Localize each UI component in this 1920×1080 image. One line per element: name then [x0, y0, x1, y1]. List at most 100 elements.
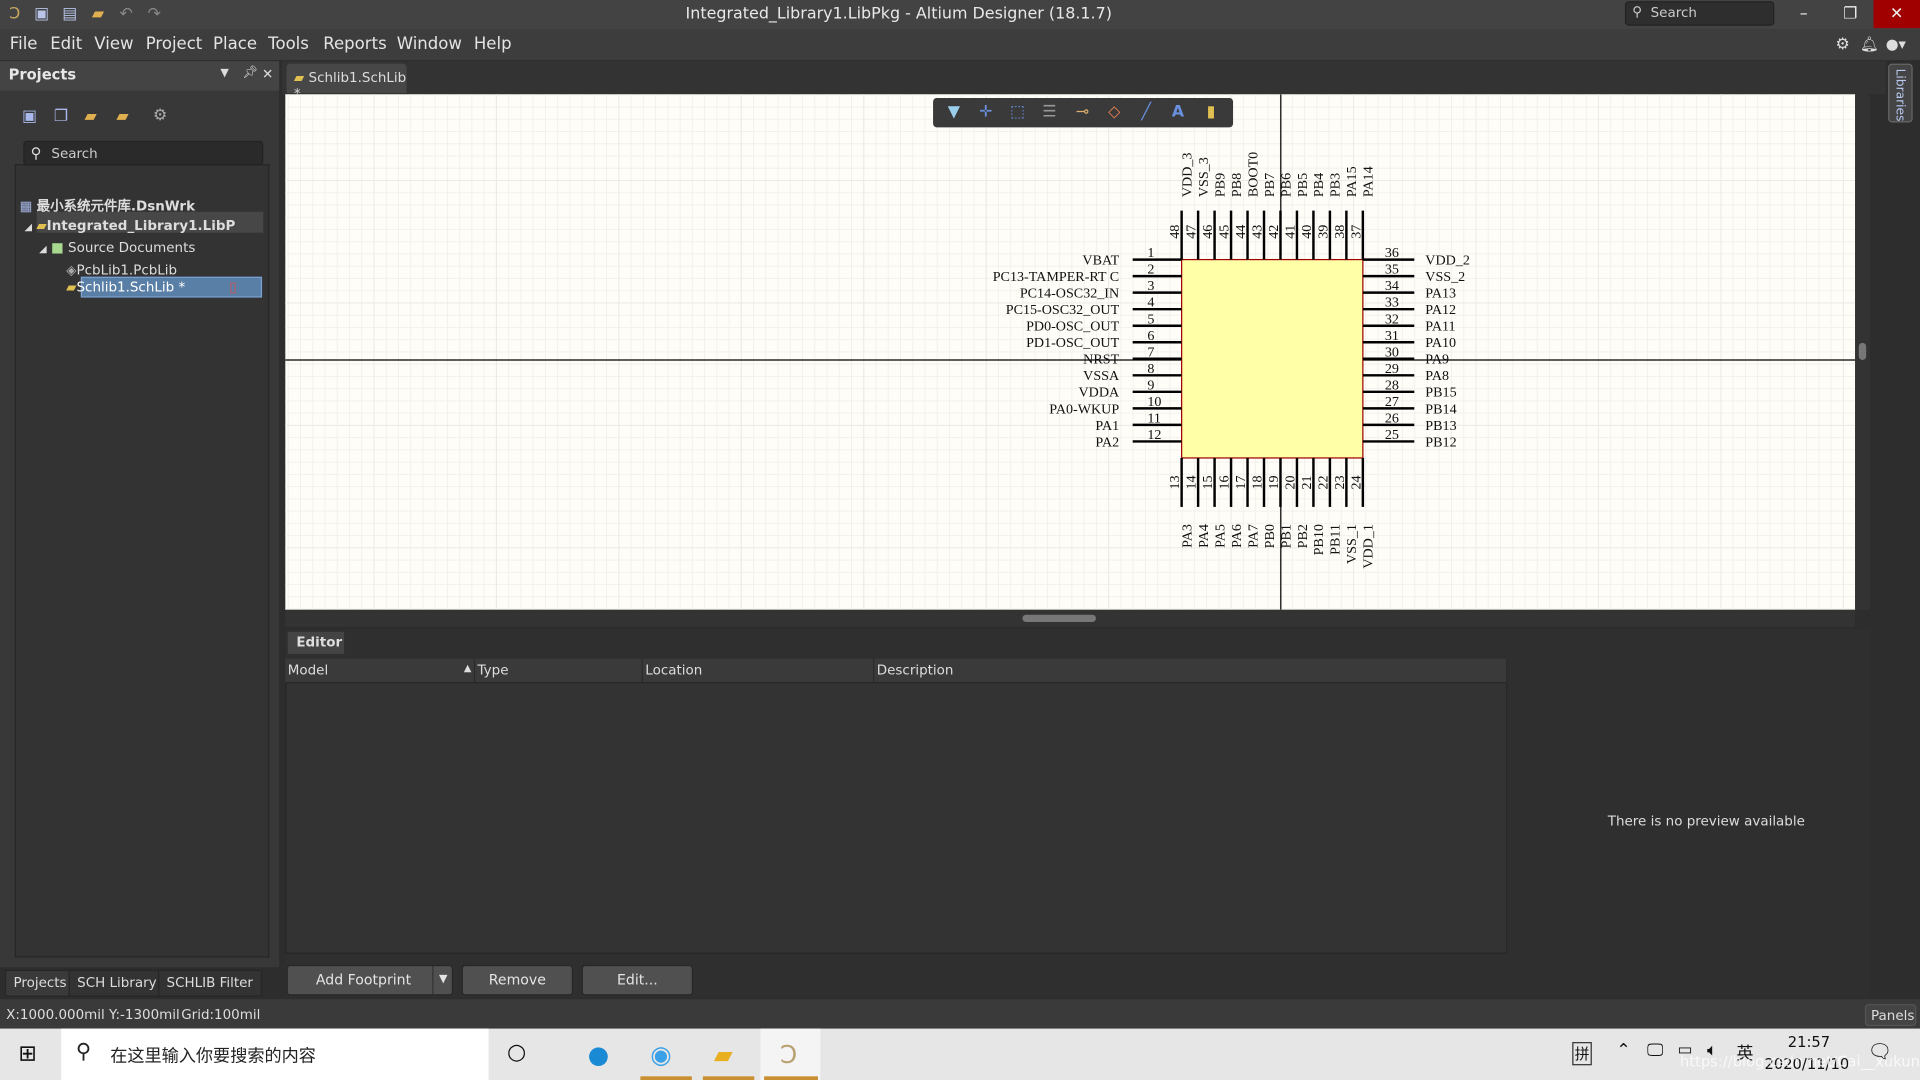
column-label: Model — [287, 662, 329, 679]
filter-icon[interactable]: ▼ — [943, 103, 965, 123]
panel-menu-icon[interactable]: ▼ — [220, 67, 228, 79]
vertical-scroll-thumb[interactable] — [1858, 342, 1867, 361]
tree-item-source-documents[interactable]: ◢ ■ Source Documents — [39, 240, 195, 256]
pin-icon[interactable]: 📌︎ — [242, 66, 258, 79]
pin-number: 8 — [1147, 361, 1154, 377]
pin-name: VDD_3 — [1179, 153, 1195, 198]
network-icon[interactable]: 🖵︎ — [1647, 1041, 1664, 1061]
gear-icon[interactable]: ⚙ — [153, 107, 167, 125]
tab-sch-library[interactable]: SCH Library — [68, 969, 166, 997]
close-panel-icon[interactable]: ✕ — [262, 66, 273, 82]
taskbar: ⊞ ⚲ 在这里输入你要搜索的内容 ○ ● ◉ ▰ Ↄ 拼 ⌃ 🖵︎ ▭ 🔈︎ 英… — [0, 1028, 1920, 1080]
pin-number: 35 — [1385, 262, 1399, 278]
align-icon[interactable]: ☰ — [1038, 103, 1060, 123]
browser-icon[interactable]: ◉ — [650, 1040, 671, 1069]
vertical-scrollbar[interactable] — [1855, 94, 1870, 610]
active-bar: ▼ ✛ ⬚ ☰ ⊸ ◇ ╱ A ▮ — [933, 97, 1234, 128]
windows-start-icon[interactable]: ⊞ — [18, 1041, 36, 1067]
pin-number: 5 — [1147, 311, 1154, 327]
pin-name: PA6 — [1229, 524, 1245, 548]
modified-document-icon: ▯ — [229, 279, 237, 296]
model-table-body[interactable] — [285, 682, 1508, 954]
tree-item-schlib[interactable]: ▰Schlib1.SchLib * ▯ — [66, 279, 237, 295]
column-location[interactable]: Location — [642, 658, 875, 683]
pin-number: 9 — [1147, 377, 1154, 393]
folder-icon: ■ — [51, 240, 64, 256]
menu-reports[interactable]: Reports — [323, 34, 386, 54]
restore-button[interactable]: ❐ — [1827, 0, 1874, 28]
pin-name: VSS_1 — [1344, 524, 1360, 564]
close-button[interactable]: ✕ — [1873, 0, 1920, 29]
taskbar-search-input[interactable]: ⚲ 在这里输入你要搜索的内容 — [61, 1028, 489, 1080]
menu-view[interactable]: View — [94, 34, 133, 54]
column-model[interactable]: Model ▲ — [285, 658, 476, 683]
panels-button[interactable]: Panels — [1864, 1004, 1917, 1027]
pin-name: VDD_1 — [1361, 524, 1377, 569]
edit-button[interactable]: Edit... — [581, 964, 694, 996]
column-description[interactable]: Description — [874, 658, 1508, 683]
project-search-input[interactable]: ⚲ Search — [23, 140, 264, 166]
copy-icon[interactable]: ❐ — [54, 108, 68, 126]
clock-time[interactable]: 21:57 — [1788, 1033, 1830, 1050]
tab-schlib-filter[interactable]: SCHLIB Filter — [157, 969, 262, 997]
ime-indicator[interactable]: 拼 — [1572, 1042, 1592, 1066]
pin-name: VSS_3 — [1196, 157, 1212, 197]
pin-name: VSSA — [1083, 368, 1120, 384]
menu-help[interactable]: Help — [474, 34, 512, 54]
add-footprint-button[interactable]: Add Footprint ▼ — [286, 964, 454, 996]
place-pin-icon[interactable]: ⊸ — [1071, 103, 1093, 123]
cortana-icon[interactable]: ○ — [507, 1040, 526, 1066]
text-icon[interactable]: A — [1167, 103, 1189, 123]
menu-project[interactable]: Project — [146, 34, 203, 54]
menu-file[interactable]: File — [10, 34, 38, 54]
pin-name: PA14 — [1361, 166, 1377, 197]
save-project-icon[interactable]: ▣ — [22, 108, 37, 126]
pin-name: PB7 — [1262, 173, 1278, 197]
explore-folder-icon[interactable]: ▰ — [84, 108, 96, 126]
tab-projects[interactable]: Projects — [4, 969, 76, 997]
menu-edit[interactable]: Edit — [50, 34, 82, 54]
menu-place[interactable]: Place — [213, 34, 257, 54]
expand-arrow-icon[interactable]: ◢ — [39, 244, 47, 255]
select-rect-icon[interactable]: ⬚ — [1007, 103, 1029, 123]
pin-number: 48 — [1167, 225, 1183, 239]
file-explorer-icon[interactable]: ▰ — [714, 1040, 733, 1069]
tree-item-libpkg[interactable]: ◢ ▰Integrated_Library1.LibP — [24, 218, 235, 234]
pin-name: VDD_2 — [1425, 252, 1470, 268]
horizontal-scroll-thumb[interactable] — [1022, 614, 1096, 623]
pin-name: PB4 — [1311, 173, 1327, 197]
tab-schlib1[interactable]: ▰ Schlib1.SchLib * — [286, 63, 407, 102]
notifications-icon[interactable]: 🔔︎ — [1860, 36, 1879, 53]
show-hidden-icons[interactable]: ⌃ — [1616, 1041, 1630, 1061]
global-search-input[interactable]: ⚲ Search — [1624, 1, 1775, 26]
project-options-icon[interactable]: ▰ — [116, 108, 128, 126]
altium-taskbar-button[interactable]: Ↄ — [760, 1028, 821, 1080]
pin-number: 14 — [1184, 475, 1200, 489]
expand-arrow-icon[interactable]: ◢ — [24, 222, 32, 233]
notification-center-icon[interactable]: 🗨︎ — [1867, 1040, 1892, 1063]
libraries-panel-tab[interactable]: Libraries — [1888, 63, 1913, 123]
menu-window[interactable]: Window — [397, 34, 462, 54]
pin-name: PB12 — [1425, 434, 1456, 450]
move-icon[interactable]: ✛ — [975, 103, 997, 123]
dropdown-arrow-icon[interactable]: ▼ — [432, 966, 453, 995]
schematic-canvas[interactable]: 1 VBAT 2 PC13-TAMPER-RT C 3 PC14-OSC32_IN 4 PC1… — [285, 94, 1856, 610]
eraser-icon[interactable]: ◇ — [1103, 103, 1125, 123]
menu-tools[interactable]: Tools — [268, 34, 309, 54]
cursor-coordinates: X:1000.000mil Y:-1300mil — [6, 1006, 180, 1023]
line-icon[interactable]: ╱ — [1135, 103, 1157, 123]
tree-item-pcblib[interactable]: ◈PcbLib1.PcbLib — [66, 262, 177, 278]
pin-number: 13 — [1167, 475, 1183, 489]
user-icon[interactable]: ●▾ — [1886, 36, 1906, 53]
minimize-button[interactable]: – — [1780, 0, 1827, 28]
part-icon[interactable]: ▮ — [1200, 103, 1222, 123]
settings-icon[interactable]: ⚙ — [1836, 36, 1850, 54]
horizontal-scrollbar[interactable] — [285, 609, 1856, 627]
tab-editor[interactable]: Editor — [287, 631, 345, 654]
search-placeholder: Search — [51, 145, 98, 162]
column-type[interactable]: Type — [475, 658, 643, 683]
edge-icon[interactable]: ● — [588, 1040, 609, 1069]
pin-name: VSS_2 — [1425, 269, 1465, 285]
pin-name: PA15 — [1344, 166, 1360, 197]
remove-button[interactable]: Remove — [461, 964, 574, 996]
